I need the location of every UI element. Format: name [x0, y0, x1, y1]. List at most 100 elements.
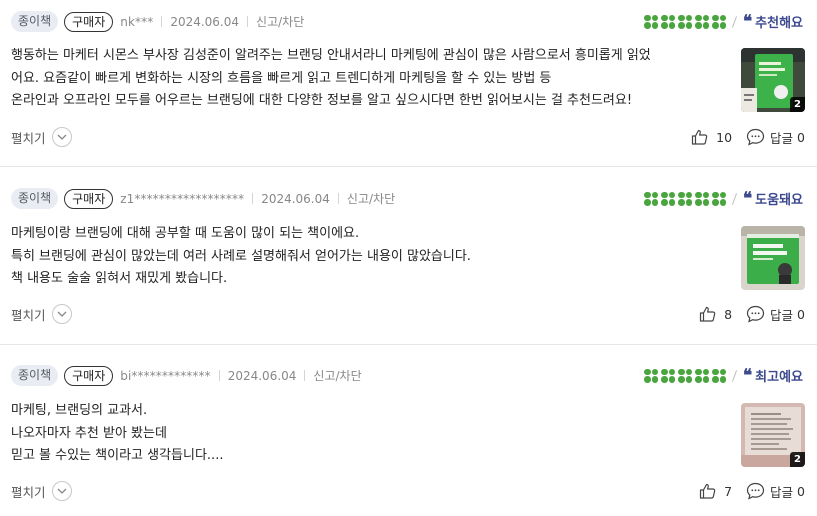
clover-rating [644, 14, 726, 29]
reply-button[interactable]: 답글 0 [746, 305, 805, 324]
like-button[interactable]: 10 [691, 129, 732, 145]
review-item: 종이책 구매자 z1****************** 2024.06.04 … [0, 167, 817, 344]
reviewer-id: nk*** [120, 14, 154, 29]
expand-button[interactable]: 펼치기 [11, 127, 72, 147]
review-text-line: 온라인과 오프라인 모두를 어우르는 브랜딩에 대한 다양한 정보를 알고 싶으… [11, 93, 633, 108]
quote-icon: ❝ [743, 188, 752, 209]
review-text-line: 마케팅이랑 브랜딩에 대해 공부할 때 도움이 많이 되는 책이에요. [11, 226, 360, 241]
review-item: 종이책 구매자 bi************* 2024.06.04 신고/차단… [0, 345, 817, 516]
reply-button[interactable]: 답글 0 [746, 128, 805, 147]
speech-bubble-icon [746, 305, 765, 323]
review-meta: 종이책 구매자 bi************* 2024.06.04 신고/차단 [11, 365, 362, 386]
review-meta: 종이책 구매자 nk*** 2024.06.04 신고/차단 [11, 11, 304, 32]
book-photo-image [741, 226, 805, 290]
expand-label: 펼치기 [11, 484, 46, 500]
clover-icon [695, 368, 709, 383]
clover-icon [644, 191, 658, 206]
clover-icon [661, 368, 675, 383]
review-text-line: 믿고 볼 수있는 책이라고 생각듭니다.... [11, 448, 224, 463]
chevron-down-icon [51, 127, 72, 147]
chevron-down-icon [51, 304, 72, 324]
review-meta: 종이책 구매자 z1****************** 2024.06.04 … [11, 188, 395, 209]
meta-divider [218, 370, 220, 381]
book-type-badge: 종이책 [11, 11, 59, 32]
reply-count: 0 [797, 129, 805, 145]
clover-icon [712, 191, 726, 206]
meta-divider [304, 370, 306, 381]
clover-icon [695, 191, 709, 206]
reviewer-id: bi************* [120, 368, 211, 383]
clover-icon [644, 14, 658, 29]
clover-rating [644, 368, 726, 383]
expand-button[interactable]: 펼치기 [11, 304, 72, 324]
review-photo-thumbnail[interactable]: 2 [741, 403, 805, 467]
clover-icon [644, 368, 658, 383]
clover-icon [678, 368, 692, 383]
review-text-line: 마케팅, 브랜딩의 교과서. [11, 403, 148, 418]
rating: ❝ 도움돼요 [644, 188, 803, 209]
like-count: 10 [716, 129, 733, 145]
reply-label: 답글 [770, 484, 794, 500]
review-text: 행동하는 마케터 시몬스 부사장 김성준이 알려주는 브랜딩 안내서라니 마케팅… [11, 45, 651, 113]
clover-icon [678, 191, 692, 206]
meta-divider [247, 16, 249, 27]
review-text-line: 어요. 요즘같이 빠르게 변화하는 시장의 흐름을 빠르게 읽고 트렌디하게 마… [11, 70, 552, 86]
reply-label: 답글 [770, 307, 794, 323]
report-block-link[interactable]: 신고/차단 [256, 13, 304, 30]
review-photo-thumbnail[interactable] [741, 226, 805, 290]
buyer-badge: 구매자 [64, 11, 114, 32]
review-date: 2024.06.04 [170, 14, 240, 29]
reply-label: 답글 [770, 130, 794, 146]
review-footer: 펼치기 7 답글 0 [11, 480, 805, 502]
review-text-line: 나오자마자 추천 받아 봤는데 [11, 425, 167, 441]
clover-icon [661, 191, 675, 206]
rating-divider [731, 15, 738, 28]
book-type-badge: 종이책 [11, 365, 59, 386]
reply-count: 0 [797, 483, 805, 499]
review-item: 종이책 구매자 nk*** 2024.06.04 신고/차단 ❝ 추천해요 행동… [0, 0, 817, 166]
review-text: 마케팅, 브랜딩의 교과서. 나오자마자 추천 받아 봤는데 믿고 볼 수있는 … [11, 400, 223, 468]
speech-bubble-icon [746, 128, 765, 146]
clover-icon [661, 14, 675, 29]
thumbs-up-icon [699, 483, 716, 499]
like-button[interactable]: 8 [699, 306, 732, 322]
rating-label: 도움돼요 [755, 193, 803, 208]
clover-icon [712, 368, 726, 383]
rating: ❝ 최고예요 [644, 365, 803, 386]
report-block-link[interactable]: 신고/차단 [313, 367, 361, 384]
clover-icon [712, 14, 726, 29]
rating-label: 최고예요 [755, 370, 803, 385]
clover-icon [678, 14, 692, 29]
book-type-badge: 종이책 [11, 188, 59, 209]
chevron-down-icon [51, 481, 72, 501]
quote-icon: ❝ [743, 365, 752, 386]
quote-icon: ❝ [743, 11, 752, 32]
photo-count-badge: 2 [790, 97, 805, 112]
reply-count: 0 [797, 306, 805, 322]
thumbs-up-icon [692, 129, 708, 145]
expand-button[interactable]: 펼치기 [11, 481, 72, 501]
meta-divider [337, 193, 339, 204]
report-block-link[interactable]: 신고/차단 [347, 190, 395, 207]
photo-count-badge: 2 [790, 452, 805, 467]
rating-divider [731, 192, 738, 205]
review-footer: 펼치기 8 답글 0 [11, 303, 805, 325]
thumbs-up-icon [699, 306, 716, 322]
buyer-badge: 구매자 [64, 365, 114, 386]
like-button[interactable]: 7 [699, 483, 732, 499]
review-photo-thumbnail[interactable]: 2 [741, 48, 805, 112]
rating: ❝ 추천해요 [644, 11, 803, 32]
review-text: 마케팅이랑 브랜딩에 대해 공부할 때 도움이 많이 되는 책이에요. 특히 브… [11, 223, 471, 291]
meta-divider [161, 16, 163, 27]
rating-divider [731, 369, 738, 382]
reply-button[interactable]: 답글 0 [746, 482, 805, 501]
review-date: 2024.06.04 [261, 191, 330, 206]
clover-rating [644, 191, 726, 206]
review-text-line: 특히 브랜딩에 관심이 많았는데 여러 사례로 설명해줘서 얻어가는 내용이 많… [11, 248, 471, 264]
reviewer-id: z1****************** [120, 191, 245, 206]
like-count: 8 [724, 306, 733, 322]
rating-label: 추천해요 [755, 16, 803, 31]
review-date: 2024.06.04 [227, 368, 297, 383]
meta-divider [252, 193, 254, 204]
like-count: 7 [724, 483, 733, 499]
